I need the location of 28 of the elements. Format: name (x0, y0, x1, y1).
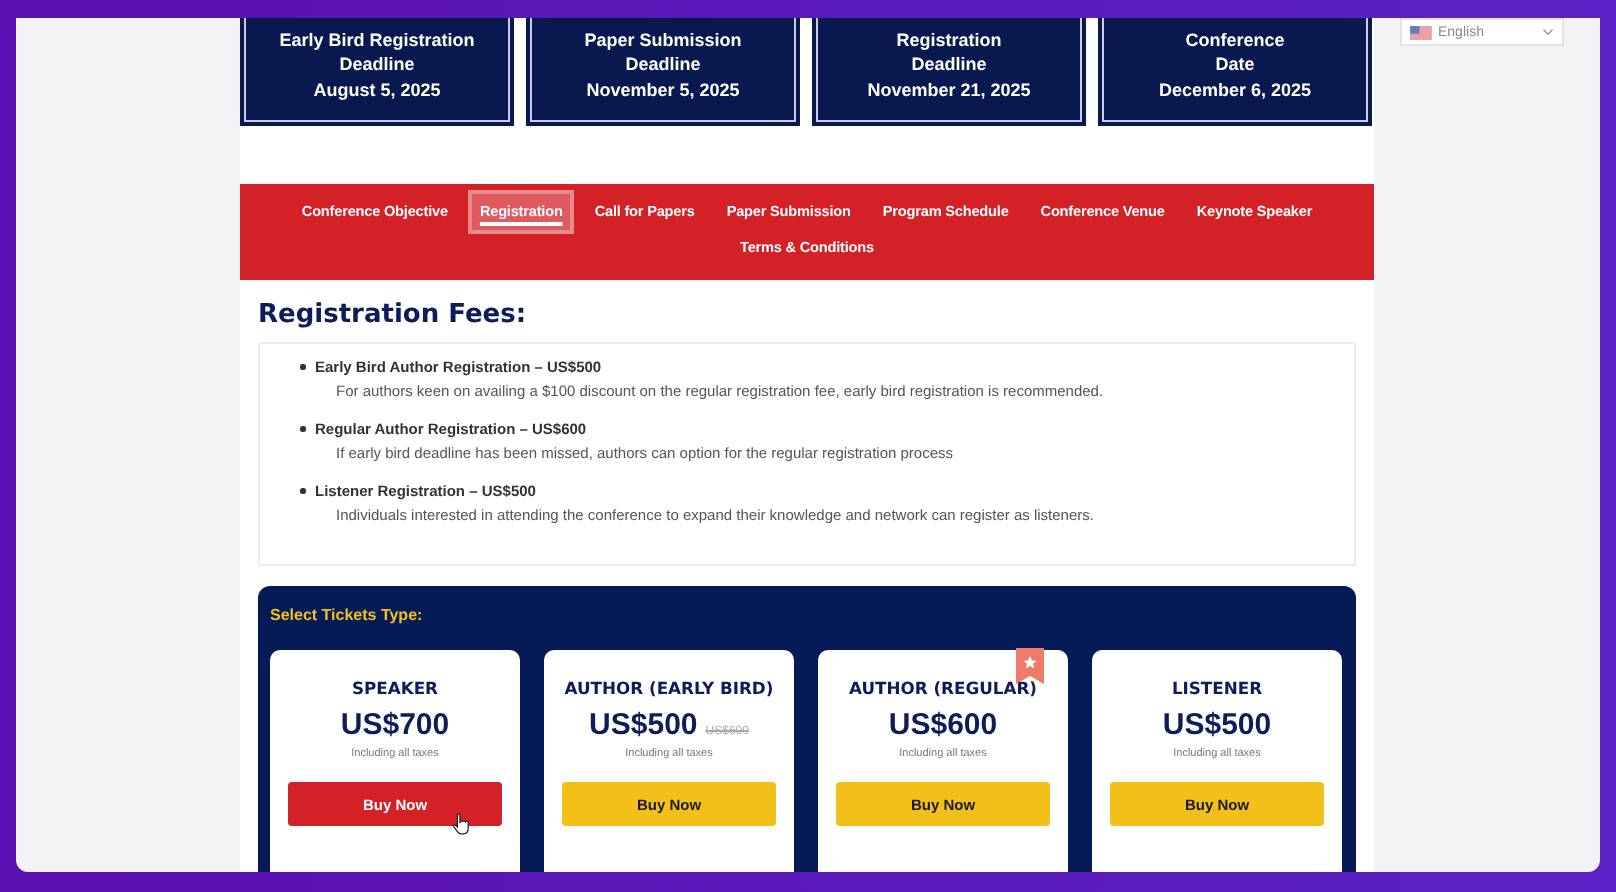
deadline-date: August 5, 2025 (313, 77, 441, 102)
ticket-price: US$700 (340, 708, 450, 742)
ticket-name: SPEAKER (351, 678, 439, 698)
deadline-title: Early Bird Registration (279, 27, 475, 52)
deadline-date: November 21, 2025 (867, 77, 1031, 102)
deadline-title: Conference (1185, 27, 1285, 52)
section-title: Registration Fees: (258, 300, 529, 330)
ticket-price: US$600 (888, 708, 998, 742)
bullet-icon (300, 426, 305, 432)
bullet-icon (300, 364, 305, 370)
bullet-icon (300, 488, 305, 494)
deadline-subtitle: Deadline (625, 52, 701, 77)
ticket-name: AUTHOR (REGULAR) (849, 678, 1037, 698)
ticket-name: AUTHOR (EARLY BIRD) (564, 678, 774, 698)
pointer-cursor-icon (452, 812, 470, 836)
tickets-title: Select Tickets Type: (270, 606, 425, 624)
deadline-subtitle: Deadline (911, 52, 987, 77)
deadline-date: November 5, 2025 (586, 77, 740, 102)
chevron-down-icon (1542, 28, 1554, 36)
ticket-price: US$500 (589, 708, 698, 742)
deadline-subtitle: Date (1215, 52, 1255, 77)
flag-icon (1410, 25, 1432, 39)
deadline-date: December 6, 2025 (1158, 77, 1312, 102)
ticket-price: US$500 (1162, 708, 1272, 742)
deadline-title: Paper Submission (584, 27, 742, 52)
ticket-name: LISTENER (1171, 678, 1263, 698)
deadline-subtitle: Deadline (339, 52, 415, 77)
deadline-title: Registration (896, 27, 1002, 52)
